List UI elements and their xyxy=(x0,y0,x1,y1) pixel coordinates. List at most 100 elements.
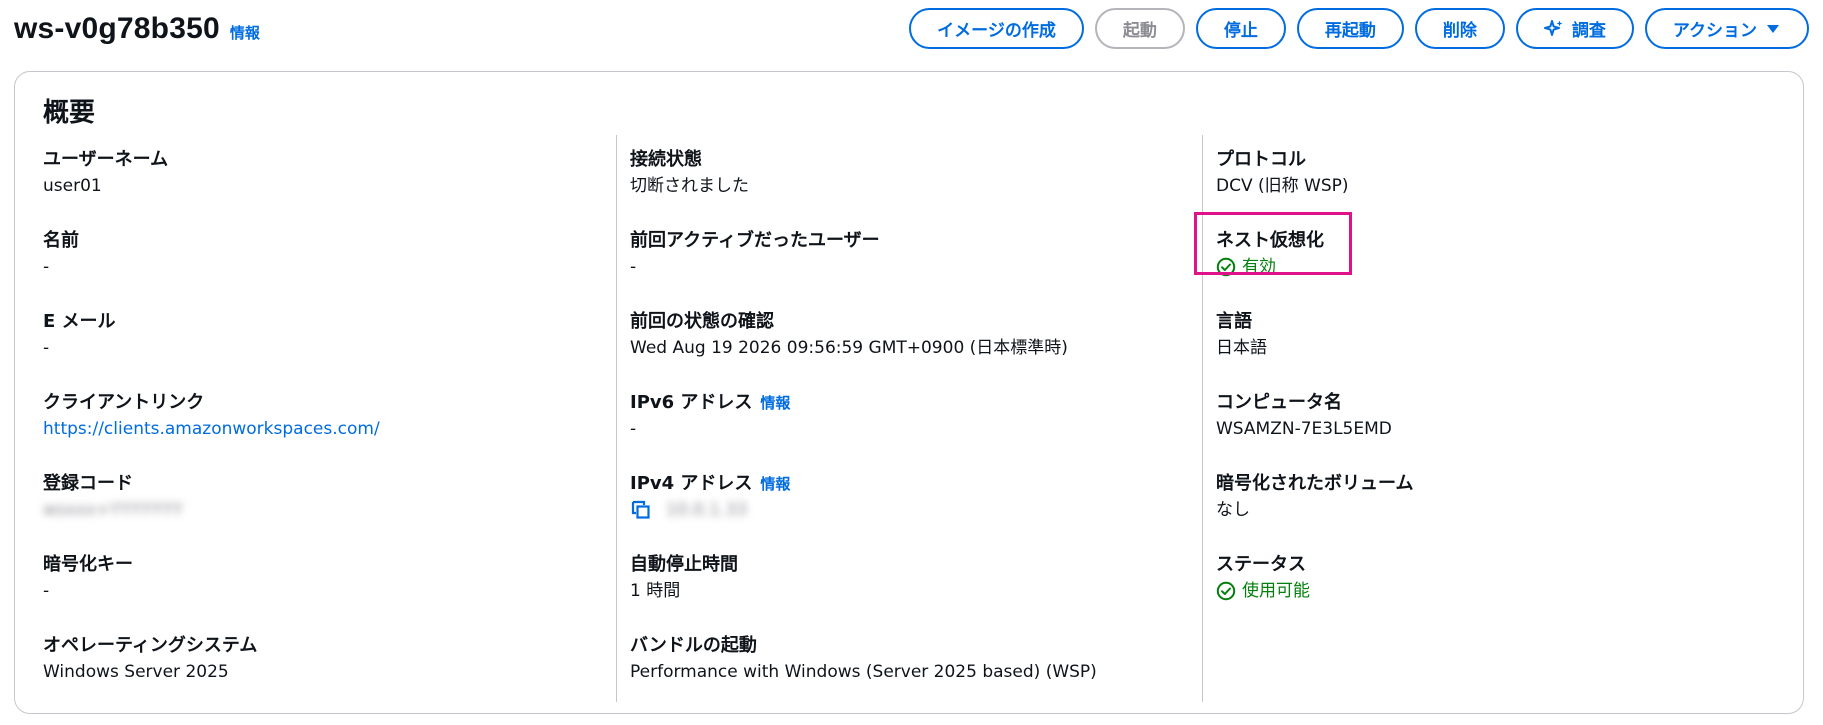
check-circle-icon xyxy=(1216,581,1236,601)
copy-icon[interactable] xyxy=(630,499,652,521)
field-value: なし xyxy=(1216,500,1250,520)
client-link[interactable]: https://clients.amazonworkspaces.com/ xyxy=(43,416,380,442)
ipv4-value: 10.0.1.33 xyxy=(666,500,748,520)
field-label: ユーザーネーム xyxy=(43,149,169,170)
field-label: 登録コード xyxy=(43,473,133,494)
action-bar: イメージの作成 起動 停止 再起動 削除 調査 アクション xyxy=(909,8,1809,49)
field-language: 言語 日本語 xyxy=(1216,309,1776,390)
field-email: E メール - xyxy=(43,309,603,390)
field-label: クライアントリンク xyxy=(43,392,205,413)
field-label: バンドルの起動 xyxy=(630,635,757,656)
field-value: Performance with Windows (Server 2025 ba… xyxy=(630,662,1097,682)
field-ipv4: IPv4 アドレス 情報 10.0.1.33 xyxy=(630,471,1190,552)
field-value: 使用可能 xyxy=(1216,578,1776,604)
caret-down-icon xyxy=(1765,22,1781,36)
field-status: ステータス 使用可能 xyxy=(1216,552,1776,633)
ipv4-label: IPv4 アドレス xyxy=(630,473,753,494)
field-protocol: プロトコル DCV (旧称 WSP) xyxy=(1216,147,1776,228)
status-value: 使用可能 xyxy=(1242,581,1310,601)
field-value: Windows Server 2025 xyxy=(43,662,229,682)
restart-button[interactable]: 再起動 xyxy=(1296,8,1404,49)
delete-button[interactable]: 削除 xyxy=(1414,8,1505,49)
stop-button[interactable]: 停止 xyxy=(1195,8,1286,49)
ipv4-info-link[interactable]: 情報 xyxy=(760,471,790,497)
field-label: 前回の状態の確認 xyxy=(630,311,774,332)
page-header: ws-v0g78b350 情報 イメージの作成 起動 停止 再起動 削除 調査 xyxy=(14,0,1809,58)
column-divider xyxy=(1202,135,1203,702)
field-label: IPv4 アドレス 情報 xyxy=(630,471,1190,497)
ipv6-info-link[interactable]: 情報 xyxy=(760,390,790,416)
nested-value: 有効 xyxy=(1242,257,1276,277)
field-label: IPv6 アドレス 情報 xyxy=(630,390,1190,416)
field-value: - xyxy=(630,419,637,439)
field-label: E メール xyxy=(43,311,116,332)
field-label: 接続状態 xyxy=(630,149,702,170)
field-value: 10.0.1.33 xyxy=(630,497,1190,523)
field-computer-name: コンピュータ名 WSAMZN-7E3L5EMD xyxy=(1216,390,1776,471)
field-value: WSAMZN-7E3L5EMD xyxy=(1216,419,1392,439)
field-last-active-user: 前回アクティブだったユーザー - xyxy=(630,228,1190,309)
restart-label: 再起動 xyxy=(1324,21,1376,41)
summary-card: 概要 ユーザーネーム user01 名前 - E メール - クライアントリンク… xyxy=(14,71,1804,714)
field-label: 暗号化されたボリューム xyxy=(1216,473,1414,494)
start-button[interactable]: 起動 xyxy=(1094,8,1185,49)
summary-column-2: 接続状態 切断されました 前回アクティブだったユーザー - 前回の状態の確認 W… xyxy=(630,147,1190,714)
ipv6-label: IPv6 アドレス xyxy=(630,392,753,413)
investigate-button[interactable]: 調査 xyxy=(1515,8,1634,49)
info-link[interactable]: 情報 xyxy=(230,22,260,43)
field-value: wsxxx+YYYYYYY xyxy=(43,497,603,523)
start-label: 起動 xyxy=(1122,21,1157,41)
card-title: 概要 xyxy=(43,98,96,128)
field-bundle: バンドルの起動 Performance with Windows (Server… xyxy=(630,633,1190,714)
registration-code-value: wsxxx+YYYYYYY xyxy=(43,500,183,520)
create-image-button[interactable]: イメージの作成 xyxy=(909,8,1084,49)
field-os: オペレーティングシステム Windows Server 2025 xyxy=(43,633,603,714)
delete-label: 削除 xyxy=(1442,21,1477,41)
field-name: 名前 - xyxy=(43,228,603,309)
field-value: 有効 xyxy=(1216,254,1776,280)
field-value: Wed Aug 19 2026 09:56:59 GMT+0900 (日本標準時… xyxy=(630,338,1068,358)
field-encrypted-volumes: 暗号化されたボリューム なし xyxy=(1216,471,1776,552)
field-connection-state: 接続状態 切断されました xyxy=(630,147,1190,228)
field-value: 1 時間 xyxy=(630,581,681,601)
field-label: コンピュータ名 xyxy=(1216,392,1342,413)
create-image-label: イメージの作成 xyxy=(937,21,1056,41)
actions-dropdown-button[interactable]: アクション xyxy=(1644,8,1809,49)
field-encryption-key: 暗号化キー - xyxy=(43,552,603,633)
field-value: DCV (旧称 WSP) xyxy=(1216,176,1349,196)
field-label: 暗号化キー xyxy=(43,554,133,575)
check-circle-icon xyxy=(1216,257,1236,277)
sparkle-icon xyxy=(1543,19,1564,39)
actions-label: アクション xyxy=(1672,21,1757,41)
field-username: ユーザーネーム user01 xyxy=(43,147,603,228)
title-wrap: ws-v0g78b350 情報 xyxy=(14,12,260,46)
field-value: - xyxy=(630,257,637,277)
field-label: プロトコル xyxy=(1216,149,1306,170)
summary-column-1: ユーザーネーム user01 名前 - E メール - クライアントリンク ht… xyxy=(43,147,603,714)
field-label: 自動停止時間 xyxy=(630,554,738,575)
field-label: 前回アクティブだったユーザー xyxy=(630,230,880,251)
field-client-link: クライアントリンク https://clients.amazonworkspac… xyxy=(43,390,603,471)
field-value: 日本語 xyxy=(1216,338,1267,358)
field-label: ステータス xyxy=(1216,554,1306,575)
column-divider xyxy=(616,135,617,702)
field-value: 切断されました xyxy=(630,176,749,196)
field-nested-virtualization: ネスト仮想化 有効 xyxy=(1194,212,1776,309)
investigate-label: 調査 xyxy=(1571,21,1606,41)
field-ipv6: IPv6 アドレス 情報 - xyxy=(630,390,1190,471)
field-value: - xyxy=(43,581,50,601)
field-label: 言語 xyxy=(1216,311,1252,332)
field-value: - xyxy=(43,257,50,277)
summary-column-3: プロトコル DCV (旧称 WSP) ネスト仮想化 有効 言語 日本語 コンピュ… xyxy=(1194,147,1776,633)
field-value: user01 xyxy=(43,176,102,196)
page-title: ws-v0g78b350 xyxy=(14,12,220,45)
field-value: - xyxy=(43,338,50,358)
field-label: オペレーティングシステム xyxy=(43,635,258,656)
field-label: ネスト仮想化 xyxy=(1216,230,1324,251)
stop-label: 停止 xyxy=(1223,21,1258,41)
field-last-state-check: 前回の状態の確認 Wed Aug 19 2026 09:56:59 GMT+09… xyxy=(630,309,1190,390)
field-label: 名前 xyxy=(43,230,79,251)
field-registration-code: 登録コード wsxxx+YYYYYYY xyxy=(43,471,603,552)
field-value: https://clients.amazonworkspaces.com/ xyxy=(43,416,603,442)
field-auto-stop: 自動停止時間 1 時間 xyxy=(630,552,1190,633)
